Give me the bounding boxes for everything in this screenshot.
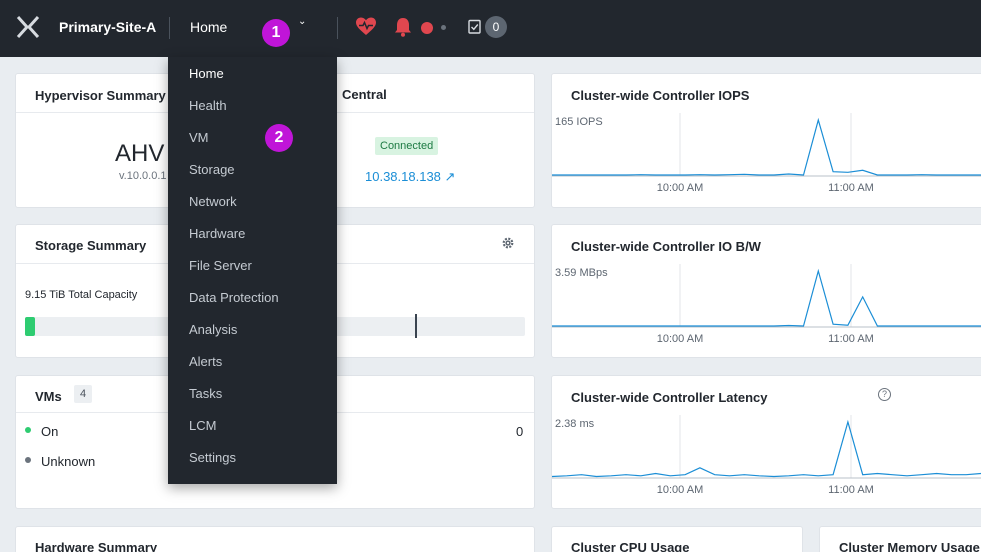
menu-item-hardware[interactable]: Hardware (189, 226, 245, 241)
capacity-threshold-marker (415, 314, 417, 338)
divider (169, 17, 170, 39)
storage-summary-title: Storage Summary (35, 238, 147, 253)
total-capacity-label: 9.15 TiB Total Capacity (25, 289, 138, 301)
prism-central-title: Central (342, 87, 387, 102)
x-tick-label: 11:00 AM (828, 182, 874, 194)
series-line (552, 268, 981, 327)
health-heart-icon[interactable] (356, 17, 376, 37)
divider (337, 17, 338, 39)
menu-item-data-protection[interactable]: Data Protection (189, 290, 279, 305)
menu-item-lcm[interactable]: LCM (189, 418, 216, 433)
latency-chart-title: Cluster-wide Controller Latency (571, 390, 768, 405)
hypervisor-type: AHV (115, 140, 165, 167)
hypervisor-version: v.10.0.0.1 (119, 170, 167, 182)
navigation-dropdown-menu: Home Health VM Storage Network Hardware File S… (168, 57, 337, 484)
x-tick-label: 10:00 AM (657, 182, 703, 194)
help-icon[interactable]: ? (878, 388, 891, 401)
menu-item-analysis[interactable]: Analysis (189, 322, 237, 337)
menu-item-network[interactable]: Network (189, 194, 237, 209)
hypervisor-summary-title: Hypervisor Summary (35, 88, 166, 103)
legend-on-label: On (41, 424, 59, 439)
menu-item-settings[interactable]: Settings (189, 450, 236, 465)
cluster-memory-title: Cluster Memory Usage (839, 540, 980, 552)
legend-unknown-dot (25, 457, 31, 463)
peak-value-label: 3.59 MBps (555, 267, 608, 279)
step-marker-1: 1 (262, 19, 290, 47)
menu-item-vm[interactable]: VM (189, 130, 209, 145)
x-tick-label: 10:00 AM (657, 333, 703, 345)
peak-value-label: 2.38 ms (555, 418, 595, 430)
menu-item-health[interactable]: Health (189, 98, 227, 113)
alert-secondary-dot (441, 25, 446, 30)
menu-item-tasks[interactable]: Tasks (189, 386, 222, 401)
series-line (552, 419, 981, 478)
nutanix-logo-icon[interactable] (16, 16, 40, 38)
hardware-summary-title: Hardware Summary (35, 540, 158, 552)
legend-unknown-label: Unknown (41, 454, 96, 469)
task-count-badge[interactable]: 0 (485, 16, 507, 38)
vms-title: VMs (35, 389, 62, 404)
menu-item-alerts[interactable]: Alerts (189, 354, 222, 369)
gear-icon[interactable] (501, 236, 515, 250)
x-tick-label: 10:00 AM (657, 484, 703, 496)
nav-dropdown-label[interactable]: Home (190, 19, 227, 35)
menu-item-home[interactable]: Home (189, 66, 224, 81)
x-tick-label: 11:00 AM (828, 484, 874, 496)
x-tick-label: 11:00 AM (828, 333, 874, 345)
vm-stat-value: 0 (516, 424, 524, 439)
cluster-cpu-title: Cluster CPU Usage (571, 540, 690, 552)
alert-status-dot[interactable] (421, 22, 433, 34)
peak-value-label: 165 IOPS (555, 116, 603, 128)
prism-central-link[interactable]: 10.38.18.138 ↗ (365, 169, 455, 185)
connection-status-badge: Connected (375, 137, 439, 155)
iops-chart: 165 IOPS 10:00 AM 11:00 AM (552, 113, 981, 194)
menu-item-storage[interactable]: Storage (189, 162, 235, 177)
alerts-bell-icon[interactable] (394, 17, 412, 37)
cluster-name[interactable]: Primary-Site-A (59, 19, 156, 35)
menu-item-file-server[interactable]: File Server (189, 258, 252, 273)
iops-chart-title: Cluster-wide Controller IOPS (571, 88, 750, 103)
top-navigation-bar: Primary-Site-A Home ⌄ 0 (0, 0, 981, 57)
step-marker-2: 2 (265, 124, 293, 152)
chevron-down-icon[interactable]: ⌄ (298, 16, 306, 27)
latency-chart: 2.38 ms 10:00 AM 11:00 AM (552, 415, 981, 496)
series-line (552, 117, 981, 176)
legend-on-dot (25, 427, 31, 433)
io-bw-chart-title: Cluster-wide Controller IO B/W (571, 239, 761, 254)
vm-count-badge: 4 (74, 385, 93, 403)
capacity-used-fill (25, 317, 35, 336)
io-bw-chart: 3.59 MBps 10:00 AM 11:00 AM (552, 264, 981, 345)
tasks-clipboard-icon[interactable] (468, 19, 481, 34)
